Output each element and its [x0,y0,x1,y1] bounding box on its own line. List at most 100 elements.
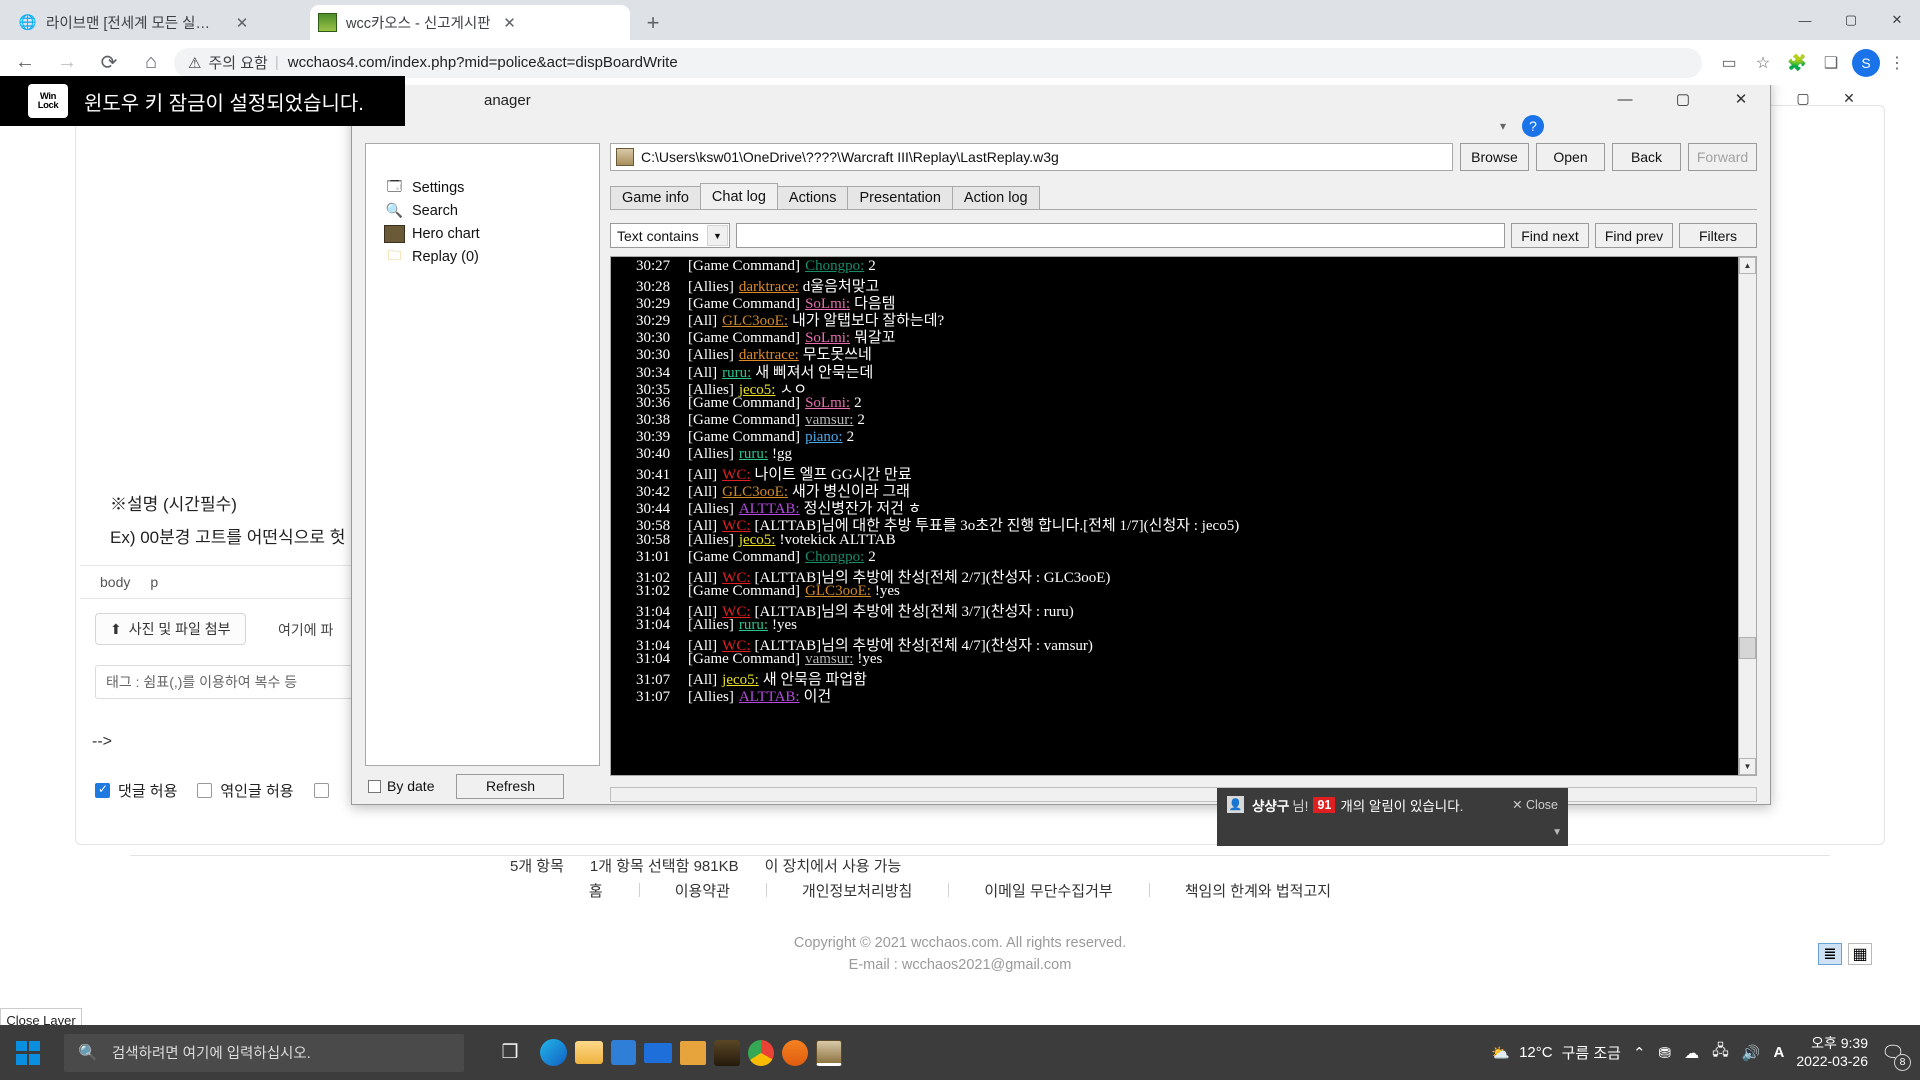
cloud-icon[interactable]: ☁ [1684,1044,1699,1062]
reload-icon[interactable]: ⟳ [92,46,126,80]
extensions-icon[interactable]: 🧩 [1780,46,1814,80]
tab-wcchaos[interactable]: wcc카오스 - 신고게시판 ✕ [310,5,630,40]
avatar[interactable]: S [1852,48,1880,77]
notification-honorific: 님! [1292,798,1309,814]
browser-close-button[interactable]: ✕ [1874,0,1920,40]
attach-file-button[interactable]: ⬆ 사진 및 파일 첨부 [95,613,246,645]
replay-path-input[interactable]: C:\Users\ksw01\OneDrive\????\Warcraft II… [610,143,1453,171]
chat-line-username: ruru: [738,446,768,463]
tree-item-replay[interactable]: 🗀 Replay (0) [366,245,599,268]
scroll-thumb[interactable] [1739,637,1756,659]
tab-chat-log[interactable]: Chat log [699,183,778,209]
onedrive-sync-icon[interactable]: ⛃ [1659,1044,1672,1062]
chevron-down-icon[interactable]: ▾ [1500,119,1506,133]
edge-icon[interactable] [540,1039,567,1066]
replay-close-button[interactable]: ✕ [1712,79,1770,119]
footer-link-home[interactable]: 홈 [553,880,639,901]
mail-icon[interactable] [644,1042,672,1063]
task-view-icon[interactable]: ❒ [488,1031,532,1075]
new-tab-button[interactable]: + [640,12,666,38]
notepad-icon[interactable] [680,1040,706,1065]
open-button[interactable]: Open [1536,143,1605,171]
tab-presentation[interactable]: Presentation [847,186,953,209]
replay-minimize-button[interactable]: — [1596,79,1654,119]
chevron-up-icon[interactable]: ⌃ [1633,1044,1646,1062]
browser-window-controls: — ▢ ✕ [1782,0,1920,40]
weather-widget[interactable]: ⛅ 12°C 구름 조금 [1491,1042,1621,1063]
taskbar-clock[interactable]: 오후 9:39 2022-03-26 [1796,1035,1868,1070]
chat-log-scrollbar[interactable]: ▲ ▼ [1738,257,1756,775]
email-line: E-mail : wcchaos2021@gmail.com [848,956,1072,973]
find-prev-button[interactable]: Find prev [1595,223,1673,248]
explorer-maximize-button[interactable]: ▢ [1780,78,1826,118]
footer-link-terms[interactable]: 이용약관 [638,880,766,901]
by-date-checkbox[interactable]: By date [368,778,434,794]
volume-icon[interactable]: 🔊 [1742,1044,1761,1062]
file-explorer-icon[interactable] [575,1041,603,1064]
editor-body-tag: body [100,574,131,590]
find-next-button[interactable]: Find next [1511,223,1589,248]
chat-line: 31:04 [All] WC: [ALTTAB]님의 추방에 찬성[전체 3/7](찬… [636,600,1738,620]
taskbar-search-box[interactable]: 🔍 검색하려면 여기에 입력하십시오. [64,1033,464,1072]
find-input[interactable] [736,223,1505,248]
network-icon[interactable]: 🖧 [1712,1040,1729,1065]
store-icon[interactable] [611,1040,636,1065]
bookmark-star-icon[interactable]: ☆ [1746,46,1780,80]
back-button[interactable]: Back [1612,143,1681,171]
browser-maximize-button[interactable]: ▢ [1828,0,1874,40]
game-icon[interactable] [714,1039,740,1066]
tab-liveman[interactable]: 🌐 라이브맨 [전세계 모든 실시간 스... ✕ [10,5,260,40]
footer-link-email-reject[interactable]: 이메일 무단수집거부 [948,880,1148,901]
browse-button[interactable]: Browse [1460,143,1529,171]
split-view-icon[interactable]: ❑ [1814,46,1848,80]
help-icon[interactable]: ? [1522,115,1545,137]
avast-icon[interactable] [782,1039,808,1066]
settings-icon: 🗔 [386,177,403,194]
address-bar[interactable]: ⚠ 주의 요함 | wcchaos4.com/index.php?mid=pol… [174,47,1702,78]
footer-link-legal[interactable]: 책임의 한계와 법적고지 [1148,880,1367,901]
replay-manager-icon[interactable] [816,1039,842,1066]
scroll-down-icon[interactable]: ▼ [1739,758,1756,775]
chrome-menu-icon[interactable]: ⋮ [1880,46,1914,80]
explorer-close-button[interactable]: ✕ [1826,78,1872,118]
home-icon[interactable]: ⌂ [134,46,168,80]
replay-manager-titlebar[interactable]: anager — ▢ ✕ [352,79,1770,121]
payment-icon[interactable]: ▭ [1712,46,1746,80]
tab-wcchaos-close-icon[interactable]: ✕ [500,13,520,33]
tag-placeholder: 태그 : 쉼표(,)를 이용하여 복수 등 [106,674,298,690]
notification-close-button[interactable]: ✕ Close [1512,797,1558,812]
chat-line-channel: [All] [688,313,718,330]
magnifier-icon: 🔍 [385,202,404,218]
weather-temperature: 12°C [1519,1044,1553,1061]
tree-item-hero-chart[interactable]: Hero chart [366,222,599,245]
chat-line-username: GLC3ooE: [805,582,871,599]
footer-link-privacy[interactable]: 개인정보처리방침 [765,880,948,901]
tree-item-search[interactable]: 🔍 Search [366,199,599,222]
tab-game-info[interactable]: Game info [610,186,701,209]
allow-trackback-checkbox[interactable] [197,783,213,798]
chat-line-message: [ALTTAB]님의 추방에 찬성[전체 3/7](찬성자 : ruru) [754,603,1074,620]
chrome-icon[interactable] [748,1039,774,1066]
third-option-checkbox[interactable] [313,783,329,798]
horizontal-scrollbar[interactable] [610,787,1757,802]
ime-icon[interactable]: A [1774,1044,1785,1061]
tab-actions[interactable]: Actions [776,186,849,209]
start-button[interactable] [0,1025,56,1080]
browser-minimize-button[interactable]: — [1782,0,1828,40]
scroll-up-icon[interactable]: ▲ [1739,257,1756,274]
chevron-down-icon[interactable]: ▼ [1552,827,1562,838]
back-icon[interactable]: ← [8,46,42,80]
chat-line: 30:29 [Game Command] SoLmi: 다음템 [636,292,1738,312]
tab-liveman-close-icon[interactable]: ✕ [232,13,252,33]
allow-comments-checkbox[interactable] [95,782,110,798]
upload-icon: ⬆ [110,620,122,637]
filters-button[interactable]: Filters [1679,223,1757,248]
hero-chart-icon [384,224,405,243]
chat-line: 30:27 [Game Command] Chongpo: 2 [636,258,1738,275]
tab-action-log[interactable]: Action log [951,186,1040,209]
action-center-button[interactable]: 🗨 8 [1880,1040,1911,1071]
filter-mode-select[interactable]: Text contains ▼ [610,223,730,248]
refresh-button[interactable]: Refresh [456,773,565,799]
replay-maximize-button[interactable]: ▢ [1654,79,1712,119]
tree-item-settings[interactable]: 🗔 Settings [366,176,599,199]
